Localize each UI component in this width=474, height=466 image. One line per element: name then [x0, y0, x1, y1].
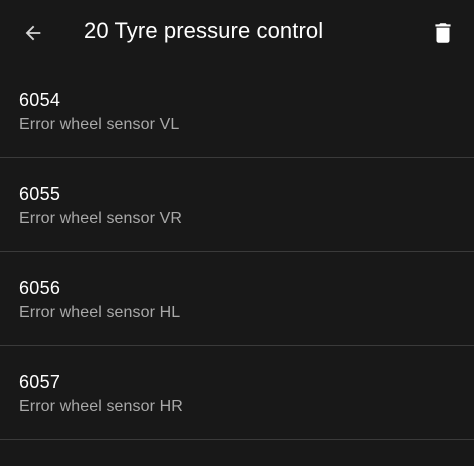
fault-description: Error wheel sensor VR	[19, 210, 183, 227]
back-button[interactable]	[12, 12, 54, 54]
list-item[interactable]: 6056 Error wheel sensor HL	[0, 252, 474, 346]
fault-description: Error wheel sensor HR	[19, 398, 183, 415]
list-item[interactable]: 6054 Error wheel sensor VL	[0, 64, 474, 158]
fault-list: 6054 Error wheel sensor VL 6055 Error wh…	[0, 64, 474, 440]
list-item[interactable]: 6055 Error wheel sensor VR	[0, 158, 474, 252]
page-title: 20 Tyre pressure control	[84, 18, 324, 43]
toolbar: 20 Tyre pressure control	[0, 0, 474, 66]
trash-icon	[435, 23, 451, 43]
fault-code: 6056	[19, 278, 61, 298]
fault-code: 6055	[19, 184, 61, 204]
fault-code: 6054	[19, 90, 61, 110]
fault-description: Error wheel sensor HL	[19, 304, 181, 321]
arrow-left-icon	[25, 25, 41, 41]
fault-description: Error wheel sensor VL	[19, 116, 180, 133]
delete-button[interactable]	[422, 12, 464, 54]
app-screen: 20 Tyre pressure control 6054 Error whee…	[0, 0, 474, 466]
list-item[interactable]: 6057 Error wheel sensor HR	[0, 346, 474, 440]
fault-code: 6057	[19, 372, 61, 392]
